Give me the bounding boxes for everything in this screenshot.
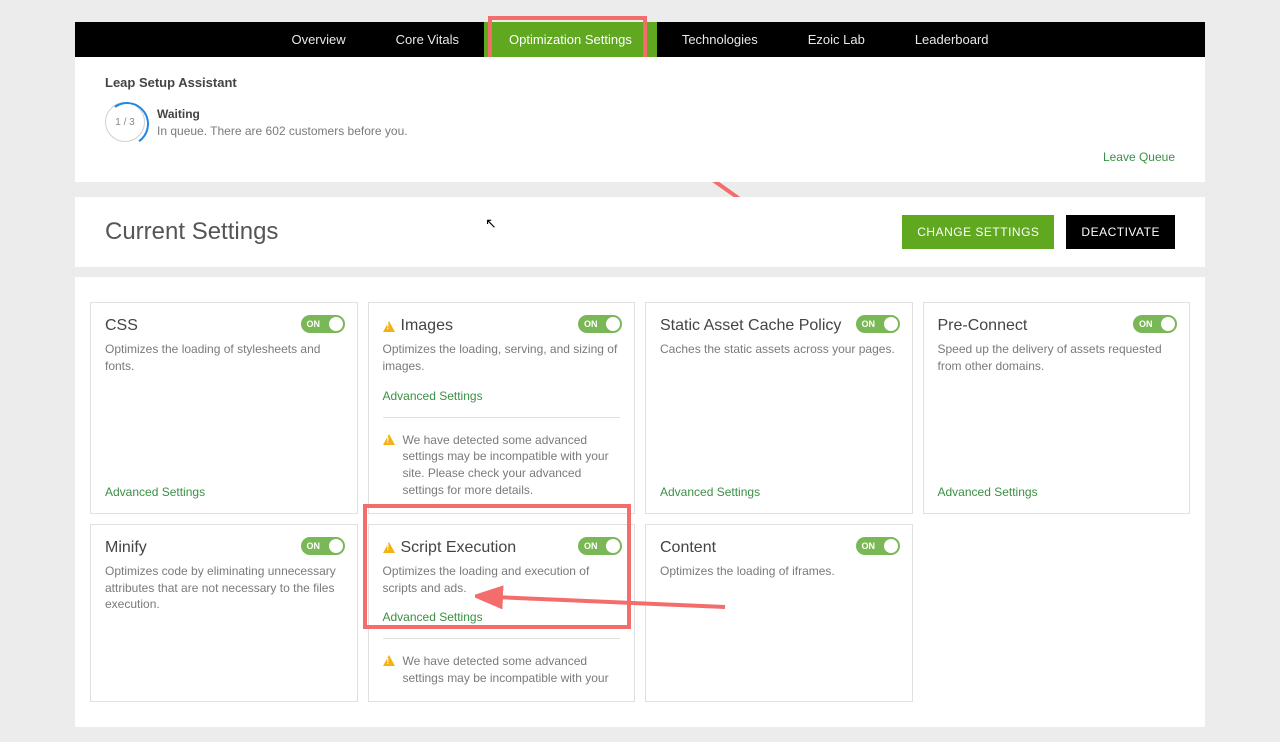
leave-queue-link[interactable]: Leave Queue: [1103, 150, 1175, 164]
warning-icon: [383, 655, 395, 666]
toggle-label: ON: [584, 541, 598, 551]
tile-css: ON CSS Optimizes the loading of styleshe…: [90, 302, 358, 514]
tile-desc: Optimizes the loading of stylesheets and…: [105, 341, 343, 375]
toggle-label: ON: [307, 319, 321, 329]
settings-grid: ON CSS Optimizes the loading of styleshe…: [75, 277, 1205, 727]
tile-static-cache: ON Static Asset Cache Policy Caches the …: [645, 302, 913, 514]
deactivate-button[interactable]: DEACTIVATE: [1066, 215, 1175, 249]
progress-text: 1 / 3: [115, 117, 134, 128]
advanced-settings-link[interactable]: Advanced Settings: [383, 610, 621, 624]
tile-title-text: Images: [401, 317, 453, 335]
warning-text: We have detected some advanced settings …: [403, 432, 621, 499]
tile-script-execution: ON Script Execution Optimizes the loadin…: [368, 524, 636, 702]
tab-leaderboard[interactable]: Leaderboard: [890, 22, 1014, 57]
tile-desc: Optimizes code by eliminating unnecessar…: [105, 563, 343, 613]
toggle-script[interactable]: ON: [578, 537, 622, 555]
tile-images: ON Images Optimizes the loading, serving…: [368, 302, 636, 514]
settings-header: Current Settings ↖ CHANGE SETTINGS DEACT…: [75, 197, 1205, 267]
toggle-preconnect[interactable]: ON: [1133, 315, 1177, 333]
warning-text: We have detected some advanced settings …: [403, 653, 621, 687]
advanced-settings-link[interactable]: Advanced Settings: [938, 485, 1176, 499]
tab-technologies[interactable]: Technologies: [657, 22, 783, 57]
toggle-label: ON: [1139, 319, 1153, 329]
toggle-minify[interactable]: ON: [301, 537, 345, 555]
change-settings-button[interactable]: CHANGE SETTINGS: [902, 215, 1054, 249]
tile-desc: Optimizes the loading and execution of s…: [383, 563, 621, 597]
tile-desc: Speed up the delivery of assets requeste…: [938, 341, 1176, 375]
warning-icon: [383, 321, 395, 332]
main-nav: Overview Core Vitals Optimization Settin…: [75, 22, 1205, 57]
tile-content: ON Content Optimizes the loading of ifra…: [645, 524, 913, 702]
progress-ring: 1 / 3: [105, 102, 145, 142]
toggle-static[interactable]: ON: [856, 315, 900, 333]
tile-desc: Caches the static assets across your pag…: [660, 341, 898, 358]
tab-core-vitals[interactable]: Core Vitals: [371, 22, 484, 57]
tile-minify: ON Minify Optimizes code by eliminating …: [90, 524, 358, 702]
toggle-content[interactable]: ON: [856, 537, 900, 555]
page-title: Current Settings: [105, 218, 278, 246]
toggle-label: ON: [307, 541, 321, 551]
tab-optimization-settings[interactable]: Optimization Settings: [484, 22, 657, 57]
assistant-status: Waiting: [157, 107, 408, 121]
tab-ezoic-lab[interactable]: Ezoic Lab: [783, 22, 890, 57]
assistant-title: Leap Setup Assistant: [105, 75, 1175, 90]
warning-icon: [383, 434, 395, 445]
tile-preconnect: ON Pre-Connect Speed up the delivery of …: [923, 302, 1191, 514]
toggle-label: ON: [584, 319, 598, 329]
advanced-settings-link[interactable]: Advanced Settings: [660, 485, 898, 499]
setup-assistant-card: Leap Setup Assistant 1 / 3 Waiting In qu…: [75, 57, 1205, 182]
toggle-label: ON: [862, 541, 876, 551]
tile-desc: Optimizes the loading of iframes.: [660, 563, 898, 580]
warning-block: We have detected some advanced settings …: [383, 638, 621, 687]
advanced-settings-link[interactable]: Advanced Settings: [383, 389, 621, 403]
tile-title-text: Script Execution: [401, 539, 517, 557]
tab-overview[interactable]: Overview: [266, 22, 370, 57]
tile-desc: Optimizes the loading, serving, and sizi…: [383, 341, 621, 375]
toggle-images[interactable]: ON: [578, 315, 622, 333]
advanced-settings-link[interactable]: Advanced Settings: [105, 485, 343, 499]
toggle-label: ON: [862, 319, 876, 329]
cursor-icon: ↖: [485, 215, 497, 232]
warning-block: We have detected some advanced settings …: [383, 417, 621, 499]
warning-icon: [383, 542, 395, 553]
toggle-css[interactable]: ON: [301, 315, 345, 333]
assistant-substatus: In queue. There are 602 customers before…: [157, 124, 408, 138]
